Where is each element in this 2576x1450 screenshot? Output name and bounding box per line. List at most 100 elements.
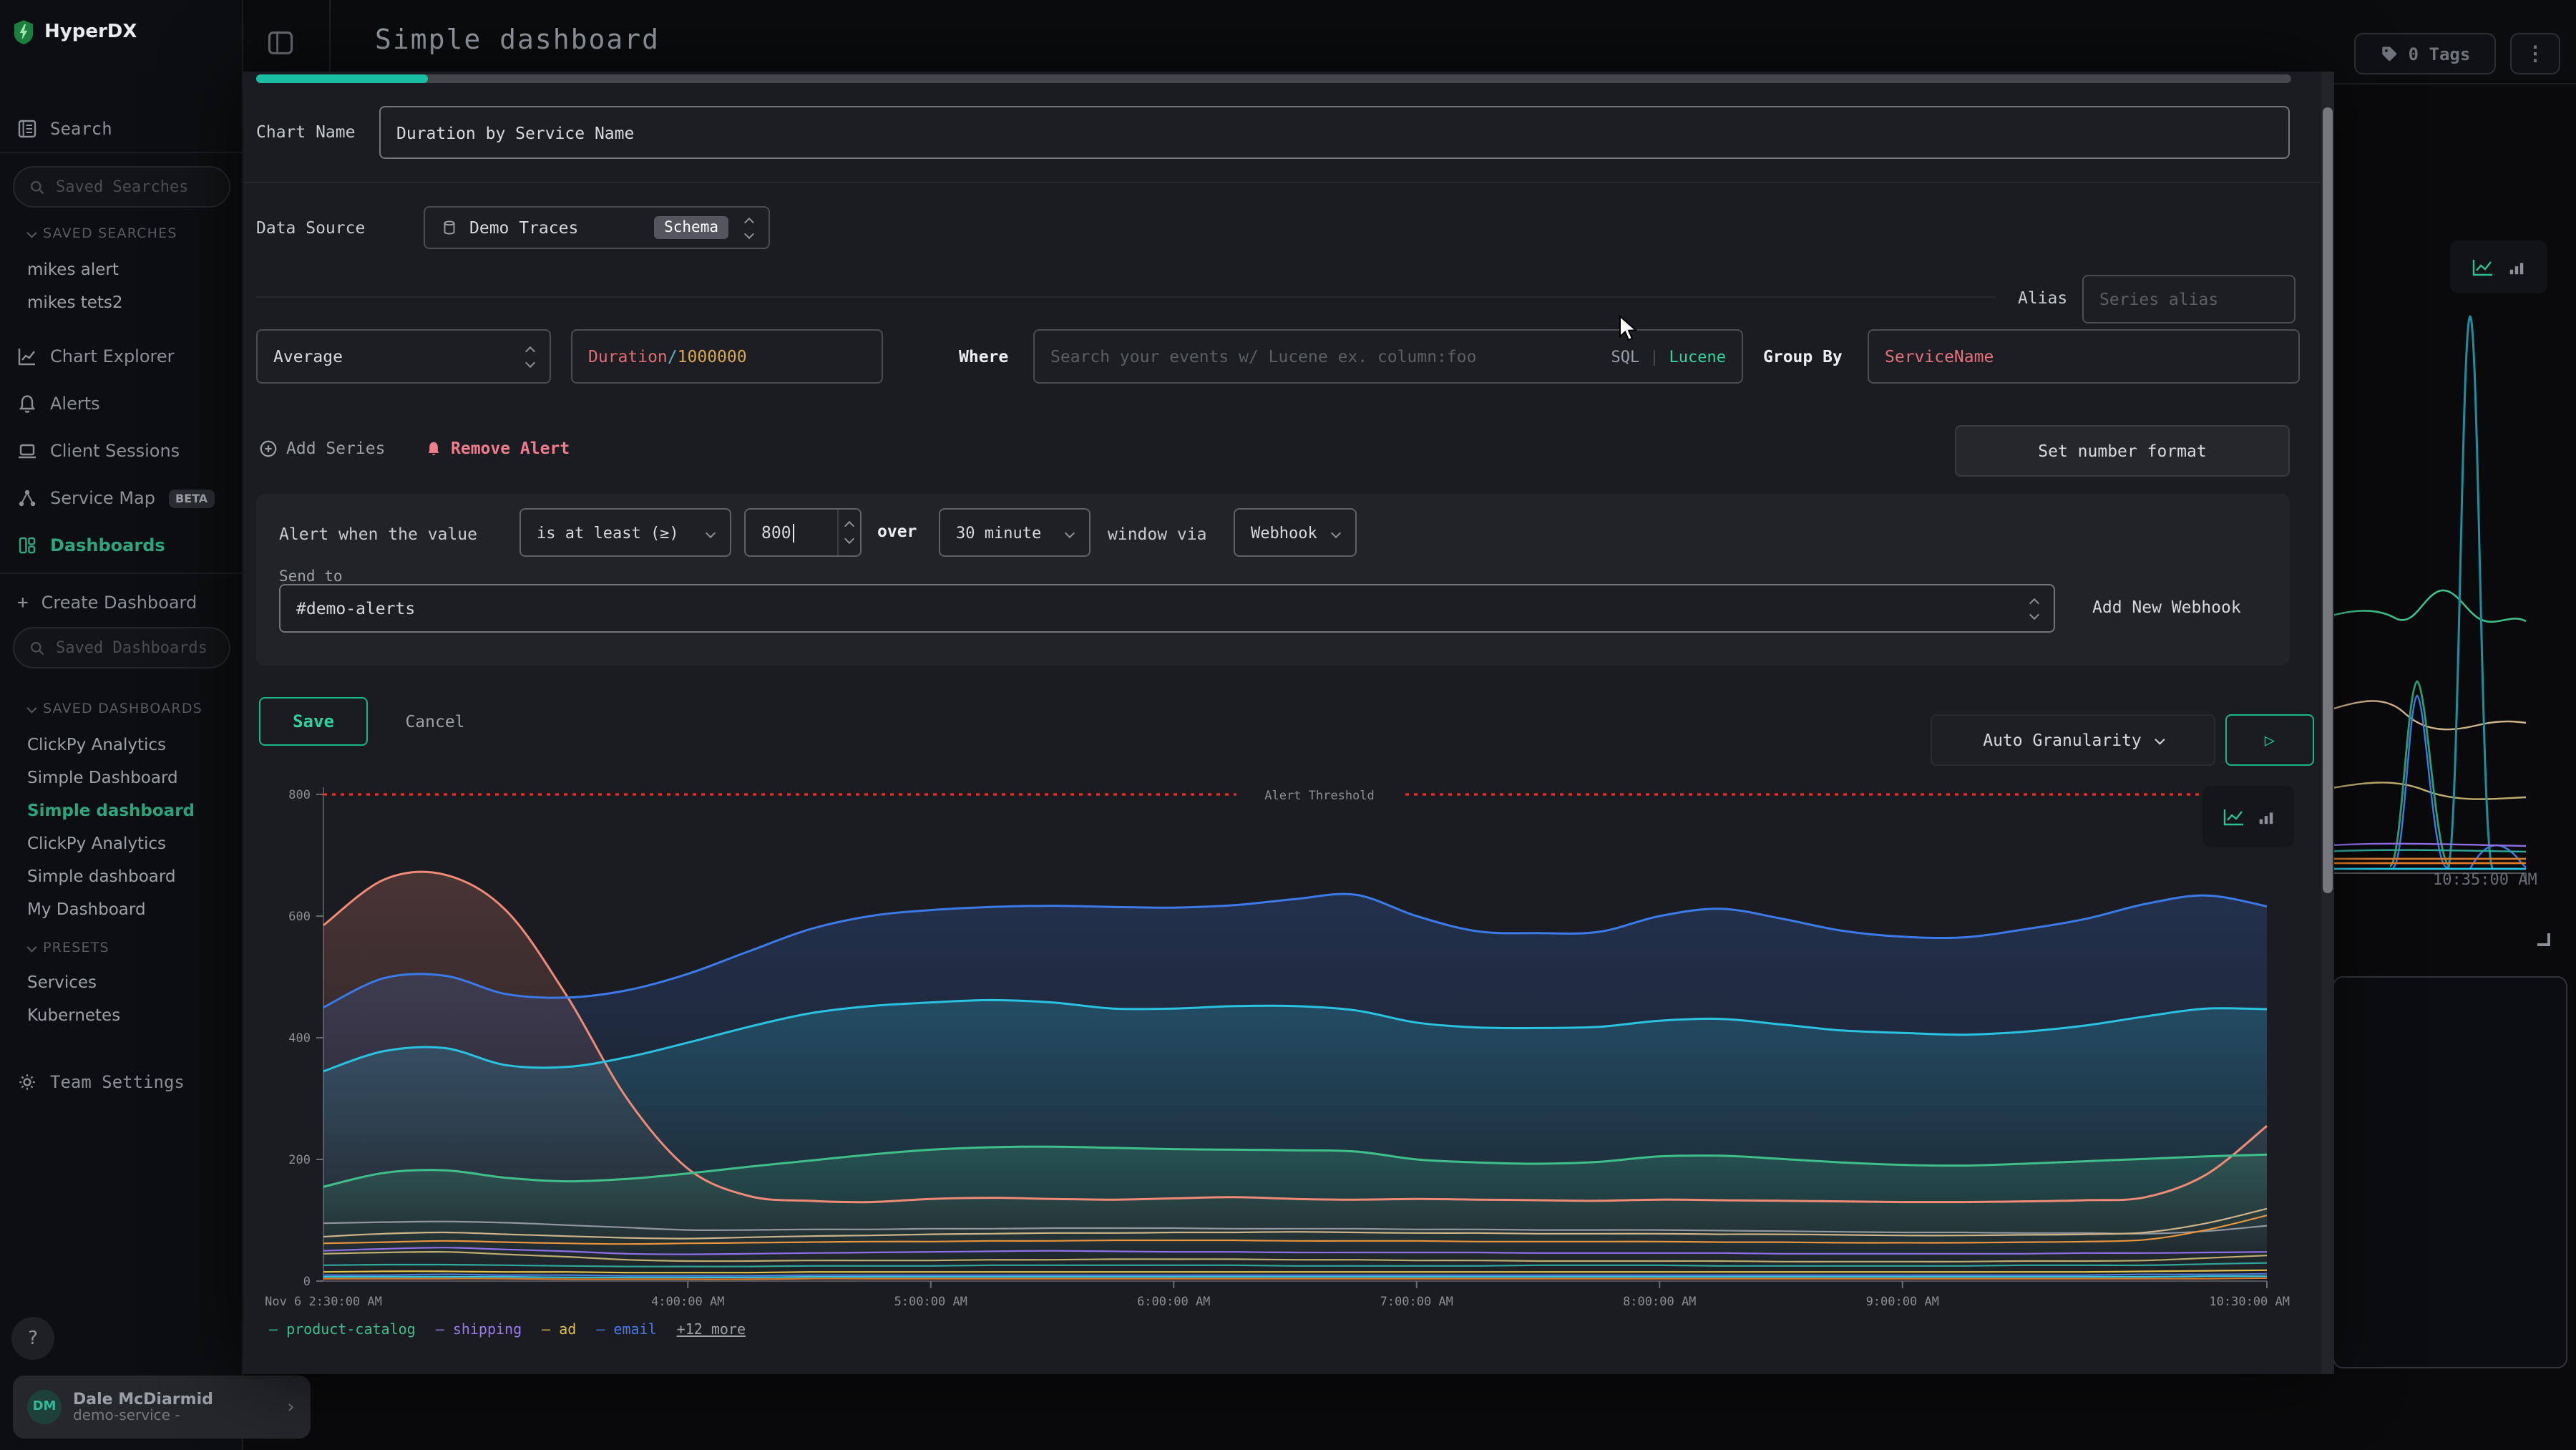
- preset-item[interactable]: Services: [27, 972, 97, 992]
- line-chart-icon[interactable]: [2222, 807, 2245, 827]
- alert-comparator-select[interactable]: is at least (≥): [519, 508, 731, 557]
- lucene-mode-toggle[interactable]: Lucene: [1669, 347, 1727, 366]
- hyperdx-logo-icon: [13, 20, 34, 44]
- create-dashboard-button[interactable]: + Create Dashboard: [0, 584, 243, 621]
- chevron-down-icon: [26, 704, 36, 714]
- preset-item[interactable]: Kubernetes: [27, 1005, 120, 1025]
- saved-searches-input[interactable]: Saved Searches: [13, 166, 230, 208]
- data-source-select[interactable]: Demo Traces Schema: [424, 206, 770, 249]
- aggregation-fn-select[interactable]: Average: [256, 329, 551, 384]
- schema-badge[interactable]: Schema: [654, 216, 728, 239]
- sidebar-item-search[interactable]: Search: [0, 110, 243, 147]
- chevron-down-icon: [26, 943, 36, 953]
- user-menu[interactable]: DM Dale McDiarmid demo-service - ›: [13, 1376, 311, 1439]
- alert-threshold-input[interactable]: 800: [744, 508, 862, 557]
- legend-item[interactable]: — ad: [542, 1323, 576, 1338]
- sidebar-item-client-sessions[interactable]: Client Sessions: [0, 432, 243, 469]
- search-icon: [29, 639, 46, 656]
- plus-circle-icon: [259, 439, 278, 457]
- chart-legend: — product-catalog — shipping — ad — email +1…: [269, 1323, 746, 1338]
- svg-text:10:30:00 AM: 10:30:00 AM: [2209, 1295, 2290, 1309]
- app-logo[interactable]: HyperDX: [13, 20, 137, 44]
- tag-icon: [2380, 44, 2399, 63]
- tab-progress-fill: [256, 74, 428, 83]
- saved-dashboard-item[interactable]: My Dashboard: [27, 899, 146, 919]
- search-icon: [29, 178, 46, 195]
- laptop-icon: [17, 441, 37, 461]
- sidebar-item-chart-explorer[interactable]: Chart Explorer: [0, 338, 243, 375]
- bar-chart-icon[interactable]: [2256, 807, 2275, 826]
- svg-text:800: 800: [288, 788, 311, 802]
- presets-header[interactable]: PRESETS: [27, 940, 109, 956]
- modal-scrollbar-thumb[interactable]: [2323, 107, 2333, 893]
- svg-text:5:00:00 AM: 5:00:00 AM: [894, 1295, 967, 1309]
- expression-input[interactable]: Duration/1000000: [571, 329, 883, 384]
- group-by-input[interactable]: ServiceName: [1868, 329, 2300, 384]
- saved-dashboards-header[interactable]: SAVED DASHBOARDS: [27, 701, 203, 717]
- graph-icon: [17, 488, 37, 508]
- app: Simple dashboard 0 Tags ⋮ ▷ 10:35:00 AM: [0, 0, 2576, 1450]
- save-button[interactable]: Save: [259, 697, 368, 746]
- sidebar-item-service-map[interactable]: Service MapBETA: [0, 480, 243, 517]
- chevron-right-icon: ›: [285, 1396, 296, 1418]
- alert-config-panel: Alert when the value is at least (≥) 800…: [256, 494, 2290, 666]
- svg-text:7:00:00 AM: 7:00:00 AM: [1380, 1295, 1453, 1309]
- alias-label: Alias: [2018, 288, 2067, 308]
- saved-dashboard-item[interactable]: Simple dashboard: [27, 800, 195, 820]
- send-to-label: Send to: [279, 568, 343, 585]
- saved-search-item[interactable]: mikes alert: [27, 259, 119, 279]
- sidebar: HyperDX Search Saved Searches SAVED SEAR…: [0, 0, 243, 1450]
- saved-dashboard-item[interactable]: ClickPy Analytics: [27, 734, 166, 754]
- sql-mode-toggle[interactable]: SQL: [1611, 347, 1640, 366]
- sidebar-collapse-icon[interactable]: [266, 29, 295, 57]
- tags-button[interactable]: 0 Tags: [2354, 33, 2496, 74]
- search-doc-icon: [17, 119, 37, 139]
- alert-channel-select[interactable]: Webhook: [1234, 508, 1357, 557]
- divider: [0, 152, 243, 153]
- chart-name-input[interactable]: Duration by Service Name: [379, 106, 2290, 159]
- run-chart-button[interactable]: ▷: [2225, 714, 2314, 766]
- background-panel: [2333, 976, 2567, 1368]
- saved-dashboard-item[interactable]: ClickPy Analytics: [27, 833, 166, 853]
- svg-text:Alert Threshold: Alert Threshold: [1264, 789, 1375, 803]
- cancel-button[interactable]: Cancel: [392, 697, 478, 746]
- select-chevrons-icon: [2031, 599, 2038, 618]
- svg-text:8:00:00 AM: 8:00:00 AM: [1623, 1295, 1696, 1309]
- saved-dashboard-item[interactable]: Simple dashboard: [27, 866, 176, 886]
- legend-item[interactable]: — product-catalog: [269, 1323, 416, 1338]
- bell-icon: [17, 394, 37, 414]
- grid-icon: [17, 535, 37, 555]
- remove-alert-button[interactable]: Remove Alert: [425, 438, 570, 458]
- select-chevrons-icon: [746, 218, 753, 237]
- timeseries-chart[interactable]: 0200400600800Nov 6 2:30:00 AM4:00:00 AM5…: [252, 782, 2313, 1323]
- svg-text:4:00:00 AM: 4:00:00 AM: [651, 1295, 724, 1309]
- select-chevrons-icon: [1066, 529, 1073, 536]
- saved-dashboards-input[interactable]: Saved Dashboards: [13, 627, 230, 668]
- legend-item[interactable]: — shipping: [436, 1323, 522, 1338]
- add-new-webhook-link[interactable]: Add New Webhook: [2092, 597, 2241, 617]
- saved-searches-header[interactable]: SAVED SEARCHES: [27, 226, 177, 242]
- saved-search-item[interactable]: mikes tets2: [27, 292, 123, 312]
- sidebar-item-team-settings[interactable]: Team Settings: [0, 1064, 243, 1101]
- more-options-button[interactable]: ⋮: [2510, 33, 2560, 74]
- legend-more-link[interactable]: +12 more: [677, 1323, 746, 1338]
- divider: [243, 182, 2321, 183]
- sidebar-item-alerts[interactable]: Alerts: [0, 385, 243, 422]
- chart-type-toggle[interactable]: [2202, 786, 2294, 847]
- add-series-button[interactable]: Add Series: [259, 438, 386, 458]
- help-button[interactable]: ?: [11, 1317, 54, 1360]
- series-alias-input[interactable]: Series alias: [2082, 275, 2296, 323]
- bell-icon: [425, 439, 442, 457]
- number-stepper[interactable]: [837, 510, 860, 555]
- saved-dashboard-item[interactable]: Simple Dashboard: [27, 767, 178, 787]
- legend-item[interactable]: — email: [596, 1323, 656, 1338]
- select-chevrons-icon: [527, 347, 534, 366]
- alert-window-select[interactable]: 30 minute: [939, 508, 1091, 557]
- sidebar-item-dashboards[interactable]: Dashboards: [0, 527, 243, 564]
- resize-handle-icon[interactable]: [2537, 933, 2550, 946]
- user-subtitle: demo-service -: [73, 1409, 213, 1425]
- set-number-format-button[interactable]: Set number format: [1955, 425, 2290, 477]
- granularity-select[interactable]: Auto Granularity: [1931, 714, 2215, 766]
- send-to-select[interactable]: #demo-alerts: [279, 584, 2055, 633]
- tab-progress-track: [256, 74, 2291, 83]
